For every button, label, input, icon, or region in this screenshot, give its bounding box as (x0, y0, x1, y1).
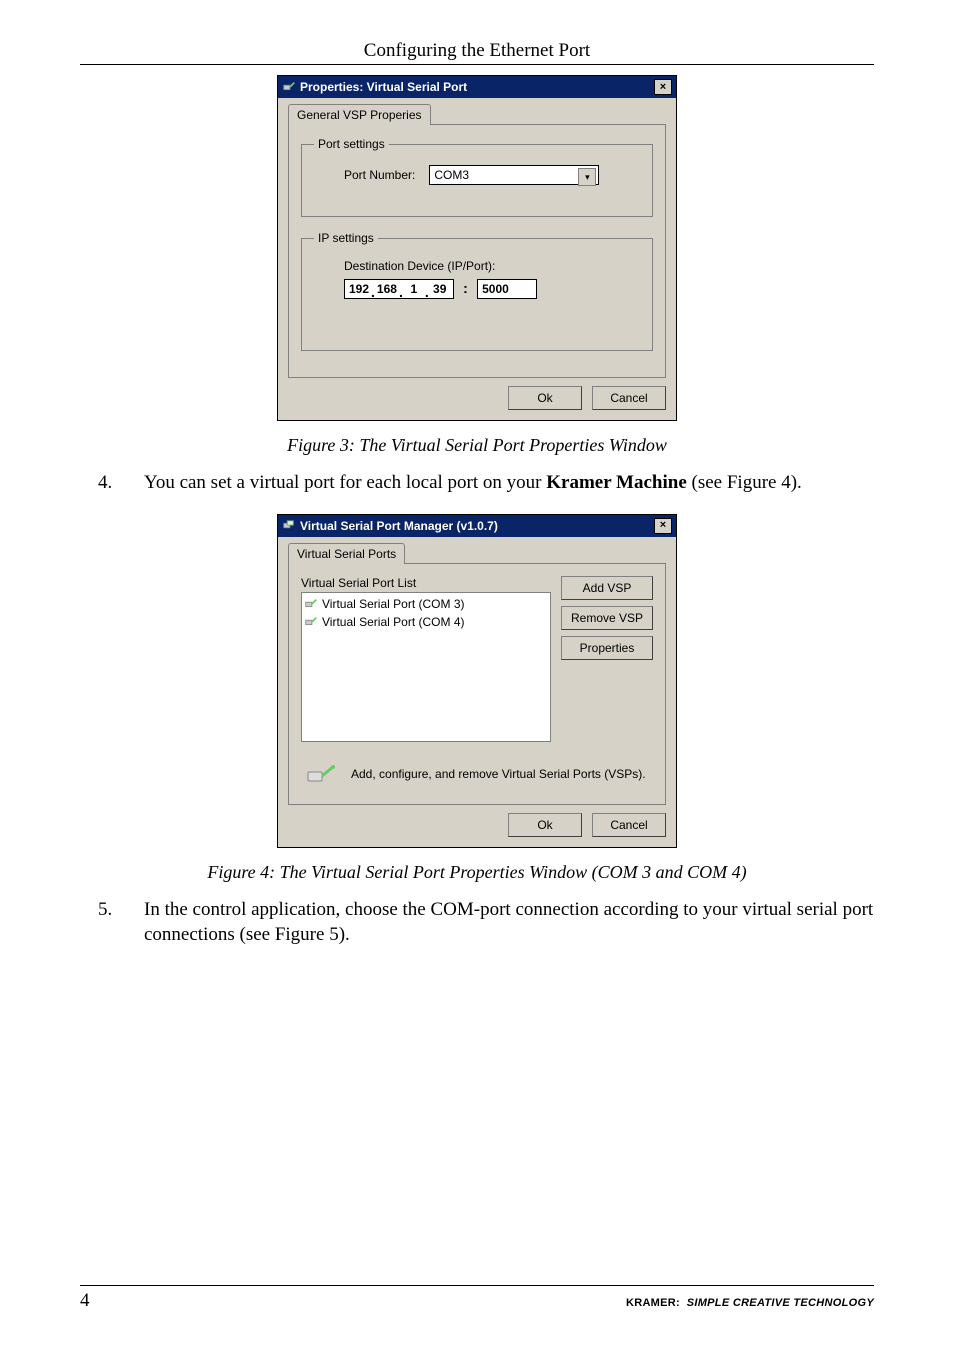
properties-dialog: Properties: Virtual Serial Port × Genera… (277, 75, 677, 421)
titlebar: Virtual Serial Port Manager (v1.0.7) × (278, 515, 676, 537)
list-item-label: Virtual Serial Port (COM 4) (322, 615, 464, 629)
info-row: Add, configure, and remove Virtual Seria… (301, 756, 653, 792)
port-number-combo[interactable]: COM3 (429, 165, 599, 185)
tab-general-vsp[interactable]: General VSP Properies (288, 104, 431, 125)
list-item-label: Virtual Serial Port (COM 3) (322, 597, 464, 611)
list-item[interactable]: Virtual Serial Port (COM 4) (304, 613, 548, 631)
manager-icon (282, 519, 296, 533)
ok-button[interactable]: Ok (508, 813, 582, 837)
figure-4-caption: Figure 4: The Virtual Serial Port Proper… (80, 862, 874, 883)
tab-virtual-serial-ports[interactable]: Virtual Serial Ports (288, 543, 405, 564)
footer-brand: KRAMER: SIMPLE CREATIVE TECHNOLOGY (626, 1297, 874, 1309)
cancel-button[interactable]: Cancel (592, 386, 666, 410)
titlebar: Properties: Virtual Serial Port × (278, 76, 676, 98)
group-ip-legend: IP settings (314, 231, 378, 245)
vsp-icon (304, 597, 318, 611)
dest-device-label: Destination Device (IP/Port): (344, 259, 640, 273)
running-header: Configuring the Ethernet Port (80, 40, 874, 64)
page-footer: 4 KRAMER: SIMPLE CREATIVE TECHNOLOGY (80, 1285, 874, 1312)
cancel-button[interactable]: Cancel (592, 813, 666, 837)
ip-port-separator: : (457, 280, 474, 296)
add-vsp-button[interactable]: Add VSP (561, 576, 653, 600)
tab-panel: Port settings Port Number: COM3 IP setti… (288, 124, 666, 378)
port-number-label: Port Number: (344, 168, 415, 182)
ok-button[interactable]: Ok (508, 386, 582, 410)
remove-vsp-button[interactable]: Remove VSP (561, 606, 653, 630)
step-5: 5. In the control application, choose th… (98, 897, 874, 948)
serial-port-icon (305, 762, 337, 786)
step-4: 4. You can set a virtual port for each l… (98, 470, 874, 496)
vsp-listbox[interactable]: Virtual Serial Port (COM 3) Virtual Seri… (301, 592, 551, 742)
tab-panel: Virtual Serial Port List Virtual Serial … (288, 563, 666, 805)
vsp-list-label: Virtual Serial Port List (301, 576, 551, 590)
vsp-icon (282, 80, 296, 94)
properties-button[interactable]: Properties (561, 636, 653, 660)
close-icon[interactable]: × (654, 79, 672, 95)
vsp-icon (304, 615, 318, 629)
group-port-settings: Port settings Port Number: COM3 (301, 137, 653, 217)
list-item[interactable]: Virtual Serial Port (COM 3) (304, 595, 548, 613)
title-text: Properties: Virtual Serial Port (300, 80, 654, 94)
close-icon[interactable]: × (654, 518, 672, 534)
header-rule (80, 64, 874, 65)
vsp-manager-dialog: Virtual Serial Port Manager (v1.0.7) × V… (277, 514, 677, 848)
figure-3-caption: Figure 3: The Virtual Serial Port Proper… (80, 435, 874, 456)
title-text: Virtual Serial Port Manager (v1.0.7) (300, 519, 654, 533)
group-ip-settings: IP settings Destination Device (IP/Port)… (301, 231, 653, 351)
group-port-legend: Port settings (314, 137, 389, 151)
ip-address-field[interactable]: 192. 168. 1. 39 (344, 279, 454, 299)
info-text: Add, configure, and remove Virtual Seria… (351, 767, 646, 781)
page-number: 4 (80, 1290, 90, 1312)
ip-port-field[interactable]: 5000 (477, 279, 537, 299)
